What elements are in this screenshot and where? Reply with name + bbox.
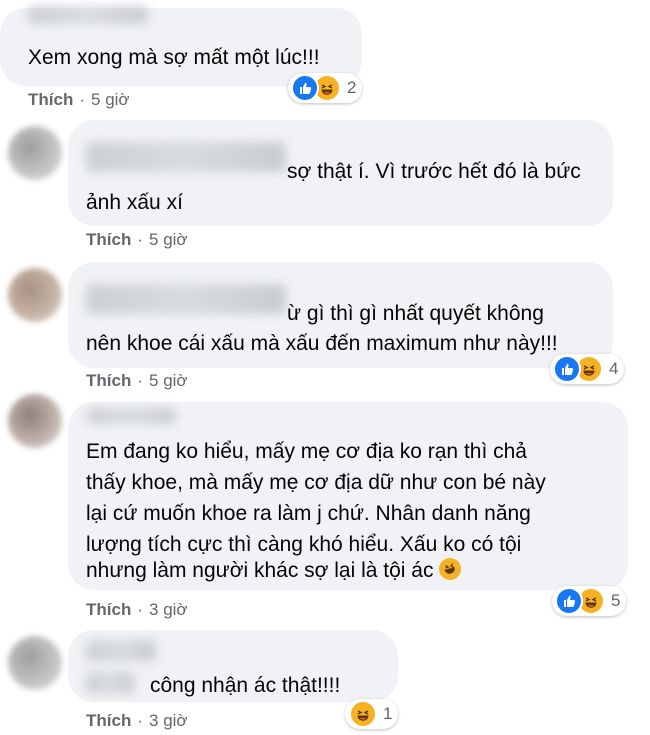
like-link[interactable]: Thích <box>86 711 131 730</box>
avatar[interactable] <box>8 126 62 180</box>
avatar[interactable] <box>8 636 62 690</box>
reaction-summary[interactable]: 5 <box>552 586 627 616</box>
comment-text-last-line: nhưng làm người khác sợ lại là tội ác <box>86 553 462 589</box>
comment-meta: Thích · 5 giờ <box>86 371 188 390</box>
timestamp[interactable]: 5 giờ <box>149 371 188 390</box>
rolling-laughing-emoji <box>439 558 462 580</box>
blurred-author-name <box>86 640 156 662</box>
timestamp[interactable]: 5 giờ <box>91 90 130 109</box>
like-icon <box>291 74 319 102</box>
comment-text: nên khoe cái xấu mà xấu đến maximum như … <box>86 332 558 355</box>
comment-text: ảnh xấu xí <box>86 191 183 214</box>
blurred-author-name <box>86 284 286 314</box>
like-link[interactable]: Thích <box>86 600 131 619</box>
comment-meta: Thích · 5 giờ <box>86 230 188 249</box>
like-link[interactable]: Thích <box>28 90 73 109</box>
comment-text: công nhận ác thật!!!! <box>150 674 341 697</box>
reaction-count: 1 <box>383 704 393 723</box>
timestamp[interactable]: 5 giờ <box>149 230 188 249</box>
timestamp[interactable]: 3 giờ <box>149 711 188 730</box>
blurred-author-name <box>86 142 286 172</box>
comment-text: nhưng làm người khác sợ lại là tội ác <box>86 559 434 582</box>
reaction-summary[interactable]: 1 <box>345 699 399 729</box>
reaction-count: 2 <box>347 78 357 97</box>
comment-text: Xem xong mà sợ mất một lúc!!! <box>28 46 320 69</box>
reaction-count: 4 <box>609 359 619 378</box>
like-icon <box>553 355 581 383</box>
reaction-count: 5 <box>611 591 621 610</box>
blurred-author-name-line2 <box>86 672 134 694</box>
comment-meta: Thích · 3 giờ <box>86 711 188 730</box>
reaction-summary[interactable]: 4 <box>550 354 625 384</box>
comment-meta: Thích · 3 giờ <box>86 600 188 619</box>
timestamp[interactable]: 3 giờ <box>149 600 188 619</box>
like-icon <box>555 587 583 615</box>
comment-text: sợ thật í. Vì trước hết đó là bức <box>287 160 581 183</box>
comment-meta: Thích · 5 giờ <box>28 90 130 109</box>
avatar[interactable] <box>8 394 62 448</box>
like-link[interactable]: Thích <box>86 371 131 390</box>
blurred-author-name <box>28 6 148 24</box>
haha-icon <box>349 700 377 728</box>
reaction-summary[interactable]: 2 <box>288 73 363 103</box>
blurred-author-name <box>86 408 176 424</box>
like-link[interactable]: Thích <box>86 230 131 249</box>
avatar[interactable] <box>8 268 62 322</box>
